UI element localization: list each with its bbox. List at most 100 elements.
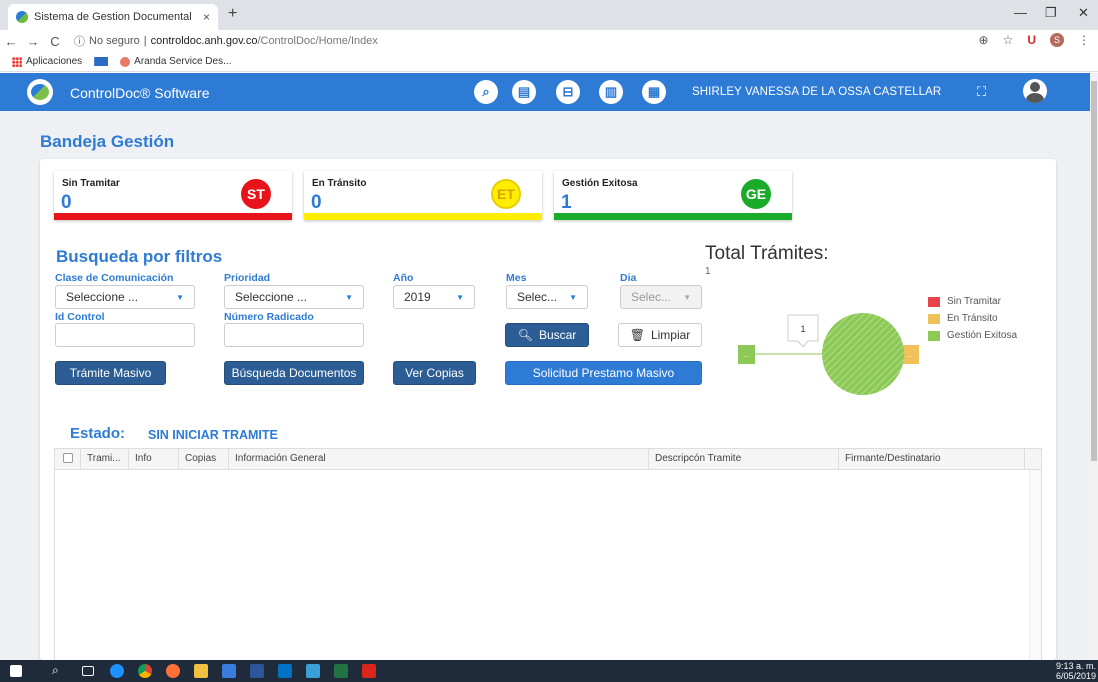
tab-close-icon[interactable]: ×: [203, 10, 210, 24]
main-panel: Sin Tramitar 0 ST En Tránsito 0 ET Gesti…: [40, 159, 1056, 661]
busqueda-documentos-button[interactable]: Búsqueda Documentos: [224, 361, 364, 385]
select-all-checkbox[interactable]: [55, 449, 81, 469]
table-scrollbar[interactable]: [1029, 470, 1041, 661]
forward-icon[interactable]: →: [22, 34, 44, 49]
bookmark-aranda[interactable]: Aranda Service Des...: [120, 56, 231, 67]
bookmark-apps[interactable]: Aplicaciones: [12, 56, 82, 67]
col-tramite[interactable]: Trami...: [81, 449, 129, 469]
back-icon[interactable]: ←: [0, 34, 22, 49]
badge-st: ST: [241, 179, 271, 209]
card-count: 0: [311, 192, 322, 213]
legend-en-transito[interactable]: En Tránsito: [928, 313, 998, 324]
outlook-icon[interactable]: [278, 664, 292, 678]
report-icon[interactable]: ▦: [642, 80, 666, 104]
legend-gestion-exitosa[interactable]: Gestión Exitosa: [928, 330, 1017, 341]
pie-slices: [822, 313, 904, 395]
address-bar: ← → C ⓘ No seguro | controldoc.anh.gov.c…: [0, 30, 1098, 52]
url-field[interactable]: ⓘ No seguro | controldoc.anh.gov.co/Cont…: [74, 33, 378, 49]
windows-start-icon[interactable]: [10, 665, 22, 677]
legend-sin-tramitar[interactable]: Sin Tramitar: [928, 296, 1001, 307]
minimize-icon[interactable]: —: [1014, 5, 1027, 20]
numero-radicado-input[interactable]: [224, 323, 364, 347]
tramite-masivo-button[interactable]: Trámite Masivo: [55, 361, 166, 385]
user-name[interactable]: SHIRLEY VANESSA DE LA OSSA CASTELLAR: [692, 86, 941, 98]
col-informacion-general[interactable]: Información General: [229, 449, 649, 469]
card-gestion-exitosa[interactable]: Gestión Exitosa 1 GE: [554, 171, 792, 220]
chrome-icon[interactable]: [138, 664, 152, 678]
remote-desktop-icon[interactable]: [306, 664, 320, 678]
task-view-icon[interactable]: [82, 666, 94, 676]
dia-select[interactable]: Selec... ▼: [620, 285, 702, 309]
prioridad-label: Prioridad: [224, 272, 271, 284]
pie-chart: ... ... 1: [738, 313, 919, 395]
page-scrollbar[interactable]: [1090, 73, 1098, 660]
chevron-down-icon: ▼: [569, 292, 577, 302]
estado-label: Estado:: [70, 425, 126, 442]
scrollbar-thumb[interactable]: [1091, 81, 1097, 461]
reload-icon[interactable]: C: [44, 34, 66, 49]
word-icon[interactable]: [250, 664, 264, 678]
edge-icon[interactable]: [110, 664, 124, 678]
chevron-down-icon: ▼: [345, 292, 353, 302]
solicitud-prestamo-button[interactable]: Solicitud Prestamo Masivo: [505, 361, 702, 385]
buscar-button[interactable]: 🔍︎ Buscar: [505, 323, 589, 347]
zoom-icon[interactable]: ⊕: [979, 33, 989, 47]
restore-icon[interactable]: ❐: [1045, 5, 1057, 21]
user-avatar[interactable]: [1023, 79, 1047, 103]
col-firmante-destinatario[interactable]: Firmante/Destinatario: [839, 449, 1025, 469]
anio-label: Año: [393, 272, 414, 284]
trash-icon: 🗑︎: [629, 328, 645, 342]
aranda-icon: [120, 56, 131, 67]
extension-shield-icon[interactable]: U: [1027, 33, 1036, 47]
prioridad-select[interactable]: Seleccione ... ▼: [224, 285, 364, 309]
firefox-icon[interactable]: [166, 664, 180, 678]
ver-copias-button[interactable]: Ver Copias: [393, 361, 476, 385]
file-explorer-icon[interactable]: [194, 664, 208, 678]
clock-date: 6/05/2019: [1055, 671, 1096, 681]
inbox-icon[interactable]: ⊟: [556, 80, 580, 104]
table-header: Trami... Info Copias Información General…: [55, 449, 1041, 470]
mes-select[interactable]: Selec... ▼: [506, 285, 588, 309]
bookmark-mail[interactable]: [94, 57, 109, 66]
new-tab-button[interactable]: +: [228, 5, 237, 23]
col-info[interactable]: Info: [129, 449, 179, 469]
browser-tab-bar: Sistema de Gestion Documental × + — ❐ ✕: [0, 0, 1098, 30]
fullscreen-icon[interactable]: ⛶: [977, 84, 986, 100]
tooltip-value: 1: [800, 324, 805, 334]
card-status-bar: [304, 213, 542, 220]
bookmark-star-icon[interactable]: ☆: [1003, 33, 1014, 47]
browser-tab[interactable]: Sistema de Gestion Documental ×: [8, 4, 218, 30]
url-host: controldoc.anh.gov.co: [150, 35, 258, 47]
card-count: 0: [61, 192, 72, 213]
search-icon[interactable]: ⌕: [52, 663, 66, 677]
store-icon[interactable]: [222, 664, 236, 678]
card-label: Gestión Exitosa: [562, 178, 638, 189]
close-window-icon[interactable]: ✕: [1078, 5, 1089, 21]
system-clock[interactable]: 9:13 a. m. 6/05/2019: [1056, 661, 1096, 681]
legend-swatch: [928, 330, 940, 341]
excel-icon[interactable]: [334, 664, 348, 678]
id-control-input[interactable]: [55, 323, 195, 347]
windows-taskbar: ⌕ 9:13 a. m. 6/05/2019: [0, 660, 1098, 682]
anio-select[interactable]: 2019 ▼: [393, 285, 475, 309]
profile-avatar[interactable]: S: [1050, 33, 1064, 47]
menu-icon[interactable]: ⋮: [1078, 33, 1090, 47]
chevron-down-icon: ▼: [456, 292, 464, 302]
clase-select[interactable]: Seleccione ... ▼: [55, 285, 195, 309]
acrobat-icon[interactable]: [362, 664, 376, 678]
tramites-table: Trami... Info Copias Información General…: [54, 448, 1042, 661]
document-search-icon[interactable]: ▤: [512, 80, 536, 104]
col-descripcion-tramite[interactable]: Descripcón Tramite: [649, 449, 839, 469]
card-en-transito[interactable]: En Tránsito 0 ET: [304, 171, 542, 220]
app-header: ControlDoc® Software ⌕ ▤ ⊟ ▥ ▦ SHIRLEY V…: [0, 73, 1090, 111]
pie-slice-2[interactable]: [822, 313, 904, 395]
archive-icon[interactable]: ▥: [599, 80, 623, 104]
col-copias[interactable]: Copias: [179, 449, 229, 469]
clock-time: 9:13 a. m.: [1055, 661, 1096, 671]
dia-label: Dia: [620, 272, 637, 284]
limpiar-button[interactable]: 🗑︎ Limpiar: [618, 323, 702, 347]
badge-et: ET: [491, 179, 521, 209]
info-icon: ⓘ: [74, 36, 85, 48]
card-sin-tramitar[interactable]: Sin Tramitar 0 ST: [54, 171, 292, 220]
search-icon[interactable]: ⌕: [474, 80, 498, 104]
